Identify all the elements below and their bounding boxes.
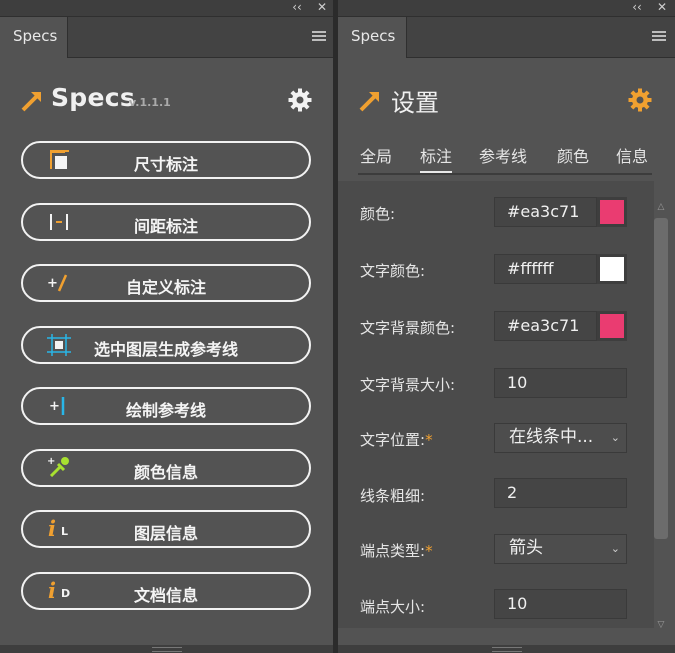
settings-gear-icon[interactable] xyxy=(628,88,652,112)
text-position-value: 在线条中... xyxy=(509,427,594,447)
panel-tab-bar: Specs xyxy=(338,17,675,58)
draw-guides-button[interactable]: + 绘制参考线 xyxy=(21,387,311,425)
layer-info-button[interactable]: i L 图层信息 xyxy=(21,510,311,548)
tab-info[interactable]: 信息 xyxy=(616,143,648,167)
scroll-down-arrow-icon[interactable]: ▽ xyxy=(654,618,668,632)
text-position-label: 文字位置:* xyxy=(360,429,433,450)
button-label: 自定义标注 xyxy=(125,278,206,297)
close-panel-button[interactable]: ✕ xyxy=(654,0,670,16)
tab-annotation[interactable]: 标注 xyxy=(420,143,453,173)
collapse-panel-button[interactable]: ‹‹ xyxy=(289,0,305,16)
required-mark: * xyxy=(425,431,433,449)
layer-guides-button[interactable]: 选中图层生成参考线 xyxy=(21,326,311,364)
settings-title: 设置 xyxy=(391,89,439,117)
settings-tabs: 全局 标注 参考线 颜色 信息 xyxy=(358,143,652,175)
custom-annotation-button[interactable]: + 自定义标注 xyxy=(21,264,311,302)
color-label: 颜色: xyxy=(360,205,396,223)
tab-specs[interactable]: Specs xyxy=(338,17,407,58)
logo-text: Specs xyxy=(51,83,136,112)
text-color-swatch[interactable] xyxy=(597,254,627,284)
chevron-down-icon: ⌄ xyxy=(610,431,620,444)
chevron-down-icon: ⌄ xyxy=(610,542,620,555)
document-info-button[interactable]: i D 文档信息 xyxy=(21,572,311,610)
button-label: 间距标注 xyxy=(133,217,198,236)
spacing-annotation-button[interactable]: 间距标注 xyxy=(21,203,311,241)
line-width-input[interactable]: 2 xyxy=(494,478,627,508)
dimension-annotation-button[interactable]: 尺寸标注 xyxy=(21,141,311,179)
button-label: 颜色信息 xyxy=(133,463,198,482)
color-swatch[interactable] xyxy=(597,197,627,227)
specs-panel-right: ‹‹ ✕ Specs 设置 全局 标注 参考线 颜色 信息 颜色: #ea3c7… xyxy=(338,0,675,653)
endpoint-size-label: 端点大小: xyxy=(360,598,426,616)
panel-resize-bar[interactable] xyxy=(0,645,333,653)
button-label: 绘制参考线 xyxy=(125,401,206,420)
endpoint-type-value: 箭头 xyxy=(509,538,543,558)
text-color-hex-input[interactable]: #ffffff xyxy=(494,254,597,284)
panel-tab-bar: Specs xyxy=(0,17,333,58)
annotation-settings-form: 颜色: #ea3c71 文字颜色: #ffffff 文字背景颜色: #ea3c7… xyxy=(338,181,654,628)
button-label: 文档信息 xyxy=(133,586,198,605)
tab-guides[interactable]: 参考线 xyxy=(479,143,527,167)
settings-gear-icon[interactable] xyxy=(288,88,312,112)
resize-arrow-icon xyxy=(359,92,379,112)
text-bg-color-hex-input[interactable]: #ea3c71 xyxy=(494,311,597,341)
endpoint-type-label: 端点类型:* xyxy=(360,540,433,561)
resize-arrow-icon xyxy=(21,92,41,112)
text-color-label: 文字颜色: xyxy=(360,262,426,280)
color-info-button[interactable]: + 颜色信息 xyxy=(21,449,311,487)
text-bg-color-label: 文字背景颜色: xyxy=(360,319,456,337)
tab-specs[interactable]: Specs xyxy=(0,17,68,58)
button-label: 选中图层生成参考线 xyxy=(93,340,238,359)
panel-titlebar: ‹‹ ✕ xyxy=(338,0,675,17)
version-label: v.1.1.1 xyxy=(129,96,171,109)
endpoint-size-input[interactable]: 10 xyxy=(494,589,627,619)
panel-menu-icon[interactable] xyxy=(312,31,326,42)
text-position-label-text: 文字位置: xyxy=(360,431,426,449)
text-bg-size-input[interactable]: 10 xyxy=(494,368,627,398)
button-label: 图层信息 xyxy=(133,524,198,543)
panel-resize-bar[interactable] xyxy=(338,645,675,653)
collapse-panel-button[interactable]: ‹‹ xyxy=(629,0,645,16)
text-position-select[interactable]: 在线条中... ⌄ xyxy=(494,423,627,453)
tab-colors[interactable]: 颜色 xyxy=(557,143,589,167)
text-bg-color-swatch[interactable] xyxy=(597,311,627,341)
tab-global[interactable]: 全局 xyxy=(360,143,392,167)
button-label: 尺寸标注 xyxy=(133,155,198,174)
panel-titlebar: ‹‹ ✕ xyxy=(0,0,333,17)
close-panel-button[interactable]: ✕ xyxy=(314,0,330,16)
endpoint-type-label-text: 端点类型: xyxy=(360,542,426,560)
line-width-label: 线条粗细: xyxy=(360,487,426,505)
scroll-up-arrow-icon[interactable]: △ xyxy=(654,200,668,214)
color-hex-input[interactable]: #ea3c71 xyxy=(494,197,597,227)
endpoint-type-select[interactable]: 箭头 ⌄ xyxy=(494,534,627,564)
specs-panel-left: ‹‹ ✕ Specs Specs v.1.1.1 尺寸标注 间距标注 + 自定义… xyxy=(0,0,333,653)
required-mark: * xyxy=(425,542,433,560)
panel-menu-icon[interactable] xyxy=(652,31,666,42)
text-bg-size-label: 文字背景大小: xyxy=(360,376,456,394)
scrollbar-thumb[interactable] xyxy=(654,218,668,539)
